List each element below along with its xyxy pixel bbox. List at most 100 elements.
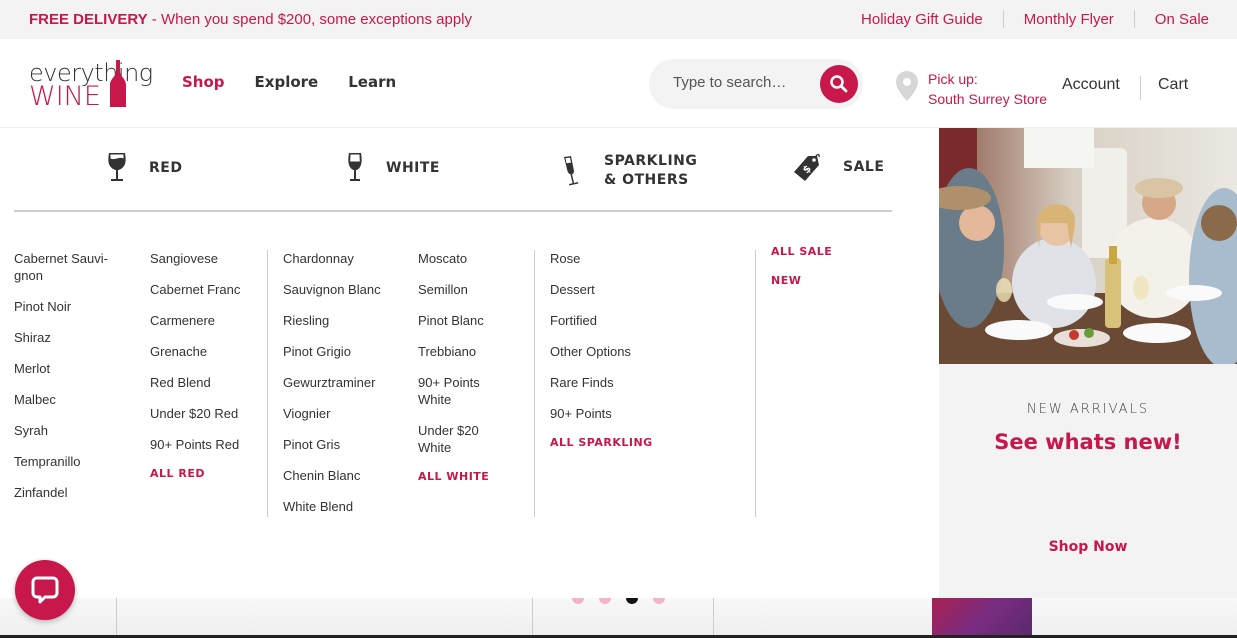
- nav-explore[interactable]: Explore: [255, 73, 319, 91]
- menu-link[interactable]: Pinot Blanc: [418, 312, 508, 329]
- free-delivery-banner[interactable]: FREE DELIVERY - When you spend $200, som…: [29, 11, 472, 28]
- menu-link[interactable]: Malbec: [14, 391, 114, 408]
- wood-plank-line: [116, 598, 117, 638]
- white-wine-glass-icon: [346, 152, 364, 184]
- search-box: [649, 59, 863, 109]
- price-tag-icon: $: [793, 152, 821, 182]
- menu-link[interactable]: Shiraz: [14, 329, 114, 346]
- wine-bottle-logo-icon: [110, 60, 126, 107]
- search-input[interactable]: [673, 74, 813, 91]
- category-sale-label: SALE: [843, 158, 885, 175]
- menu-link[interactable]: Tempranillo: [14, 453, 114, 470]
- promo-title: See whats new!: [994, 430, 1182, 454]
- on-sale-link[interactable]: On Sale: [1155, 11, 1209, 28]
- menu-link[interactable]: Gewurztraminer: [283, 374, 403, 391]
- divider: [1002, 10, 1004, 28]
- menu-link[interactable]: Riesling: [283, 312, 403, 329]
- menu-link[interactable]: Carmenere: [150, 312, 260, 329]
- menu-link[interactable]: Other Options: [550, 343, 730, 360]
- holiday-gift-guide-link[interactable]: Holiday Gift Guide: [861, 11, 983, 28]
- column-divider: [755, 250, 756, 517]
- menu-link[interactable]: Semillon: [418, 281, 508, 298]
- category-sparkling[interactable]: SPARKLING & OTHERS: [562, 152, 714, 190]
- menu-link[interactable]: Sangiovese: [150, 250, 260, 267]
- column-divider: [534, 250, 535, 517]
- all-white-link[interactable]: ALL WHITE: [418, 470, 508, 484]
- live-chat-button[interactable]: [15, 560, 75, 620]
- all-sparkling-link[interactable]: ALL SPARKLING: [550, 436, 730, 450]
- menu-link[interactable]: Red Blend: [150, 374, 260, 391]
- white-varietals-col-1: Chardonnay Sauvignon Blanc Riesling Pino…: [283, 250, 403, 529]
- menu-link[interactable]: 90+ Points: [550, 405, 730, 422]
- sparkling-others-col: Rose Dessert Fortified Other Options Rar…: [550, 250, 730, 450]
- new-arrivals-promo: NEW ARRIVALS See whats new! Shop Now: [939, 128, 1237, 598]
- menu-link[interactable]: Cabernet Franc: [150, 281, 260, 298]
- free-delivery-headline: FREE DELIVERY: [29, 11, 148, 28]
- everything-wine-logo[interactable]: everything WINE: [29, 59, 153, 112]
- pickup-store-name[interactable]: South Surrey Store: [928, 89, 1047, 109]
- menu-link[interactable]: White Blend: [283, 498, 403, 515]
- divider: [1140, 76, 1141, 100]
- menu-link[interactable]: Trebbiano: [418, 343, 508, 360]
- menu-link[interactable]: 90+ Points Red: [150, 436, 260, 453]
- all-sale-link[interactable]: ALL SALE: [771, 245, 891, 259]
- white-varietals-col-2: Moscato Semillon Pinot Blanc Trebbiano 9…: [418, 250, 508, 484]
- sale-col: ALL SALE NEW: [771, 245, 891, 288]
- site-header: everything WINE Shop Explore Learn Pick …: [0, 39, 1237, 128]
- menu-link[interactable]: Zinfandel: [14, 484, 114, 501]
- menu-link[interactable]: Moscato: [418, 250, 508, 267]
- shop-mega-menu: RED WHITE SPARKLING & OTHERS $ SALE Cabe…: [0, 128, 939, 598]
- red-varietals-col-1: Cabernet Sauvi-gnon Pinot Noir Shiraz Me…: [14, 250, 114, 515]
- category-white[interactable]: WHITE: [346, 152, 440, 184]
- nav-learn[interactable]: Learn: [348, 73, 396, 91]
- menu-link[interactable]: Rare Finds: [550, 374, 730, 391]
- menu-link[interactable]: Rose: [550, 250, 730, 267]
- category-sparkling-label: SPARKLING & OTHERS: [604, 153, 698, 188]
- search-button[interactable]: [820, 65, 858, 103]
- menu-link[interactable]: Merlot: [14, 360, 114, 377]
- category-sale[interactable]: $ SALE: [793, 152, 884, 182]
- all-red-link[interactable]: ALL RED: [150, 467, 260, 481]
- menu-link[interactable]: Under $20 White: [418, 422, 508, 456]
- menu-link[interactable]: Chardonnay: [283, 250, 403, 267]
- lavender-field-thumbnail[interactable]: [932, 598, 1032, 636]
- menu-link[interactable]: Sauvignon Blanc: [283, 281, 403, 298]
- category-red[interactable]: RED: [107, 152, 182, 184]
- chat-bubble-icon: [31, 576, 59, 604]
- shop-now-link[interactable]: Shop Now: [939, 539, 1237, 555]
- menu-link[interactable]: Chenin Blanc: [283, 467, 403, 484]
- menu-link[interactable]: Dessert: [550, 281, 730, 298]
- wood-plank-line: [532, 598, 533, 638]
- menu-link[interactable]: Pinot Noir: [14, 298, 114, 315]
- promo-kicker: NEW ARRIVALS: [1026, 402, 1150, 417]
- menu-link[interactable]: Under $20 Red: [150, 405, 260, 422]
- search-icon: [830, 75, 848, 93]
- menu-link[interactable]: Pinot Gris: [283, 436, 403, 453]
- location-pin-icon: [896, 71, 918, 101]
- carousel-dots: [572, 592, 665, 604]
- monthly-flyer-link[interactable]: Monthly Flyer: [1024, 11, 1114, 28]
- carousel-dot[interactable]: [572, 598, 584, 604]
- friends-dining-photo[interactable]: [939, 128, 1237, 364]
- new-link[interactable]: NEW: [771, 274, 891, 288]
- nav-shop[interactable]: Shop: [182, 73, 225, 91]
- category-red-label: RED: [149, 159, 183, 176]
- menu-link[interactable]: Cabernet Sauvi-gnon: [14, 250, 114, 284]
- menu-link[interactable]: Syrah: [14, 422, 114, 439]
- category-white-label: WHITE: [386, 159, 440, 176]
- free-delivery-message: - When you spend $200, some exceptions a…: [147, 11, 473, 28]
- account-link[interactable]: Account: [1062, 76, 1120, 94]
- menu-link[interactable]: Viognier: [283, 405, 403, 422]
- champagne-flute-icon: [562, 155, 582, 187]
- carousel-dot[interactable]: [599, 598, 611, 604]
- pickup-label: Pick up:: [928, 71, 978, 87]
- cart-link[interactable]: Cart: [1158, 76, 1188, 94]
- carousel-dot[interactable]: [653, 598, 665, 604]
- logo-text-bottom: WINE: [29, 81, 101, 112]
- menu-link[interactable]: 90+ Points White: [418, 374, 508, 408]
- menu-link[interactable]: Pinot Grigio: [283, 343, 403, 360]
- red-wine-glass-icon: [107, 152, 127, 184]
- menu-link[interactable]: Grenache: [150, 343, 260, 360]
- menu-link[interactable]: Fortified: [550, 312, 730, 329]
- carousel-dot-active[interactable]: [626, 598, 638, 604]
